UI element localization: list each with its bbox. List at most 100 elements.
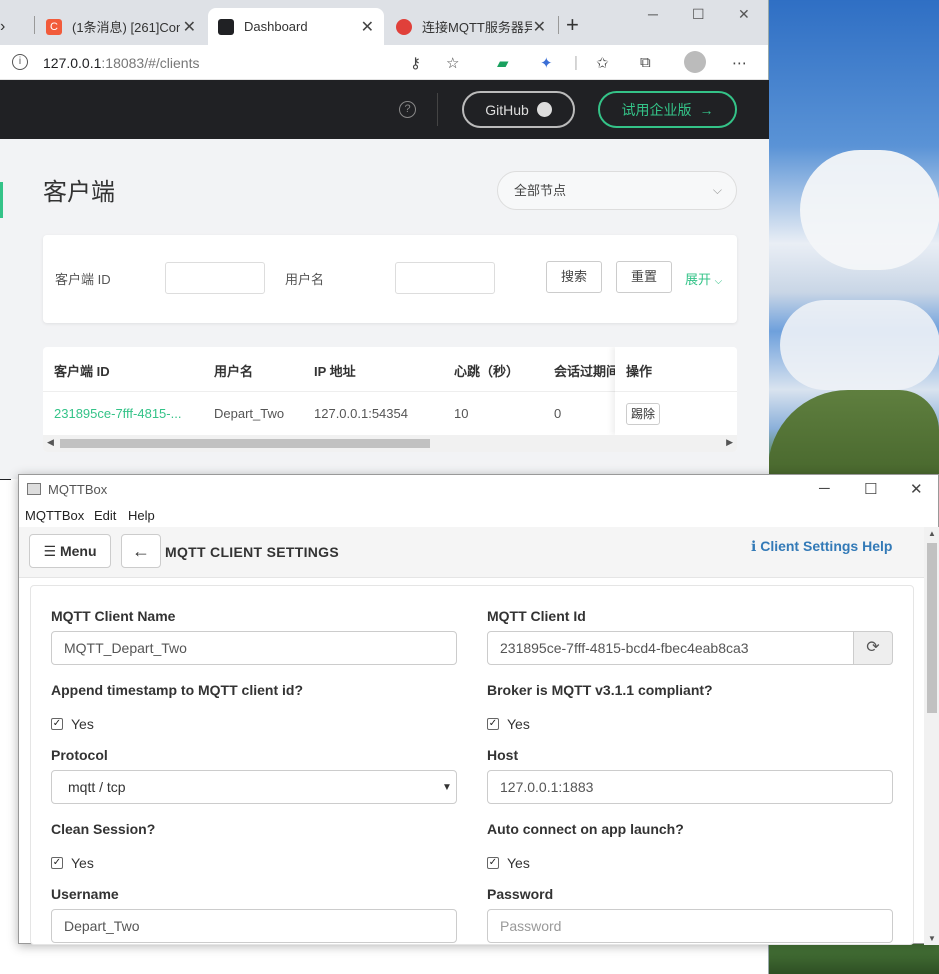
extension-bird-icon[interactable]: ✦ <box>540 54 553 72</box>
profile-avatar[interactable] <box>684 51 706 73</box>
app-icon <box>27 483 41 495</box>
reset-button[interactable]: 重置 <box>616 261 672 293</box>
client-name-input[interactable]: MQTT_Depart_Two <box>51 631 457 665</box>
new-tab-button[interactable]: + <box>566 12 579 38</box>
tab-label: 连接MQTT服务器异常 <box>422 20 532 35</box>
back-button[interactable]: ← <box>121 534 161 568</box>
menu-button[interactable]: ☰ Menu <box>29 534 111 568</box>
client-id-label: 客户端 ID <box>55 272 111 287</box>
favorite-add-icon[interactable]: ☆ <box>446 54 459 72</box>
scroll-thumb[interactable] <box>927 543 937 713</box>
info-icon[interactable]: i <box>12 54 28 70</box>
tab-bar: › C (1条消息) [261]Conn ✕ Dashboard ✕ 连接MQT… <box>0 0 768 45</box>
tab-dashboard[interactable]: Dashboard ✕ <box>208 8 384 45</box>
minimize-button[interactable]: ─ <box>819 480 830 497</box>
scroll-left-icon[interactable]: ◀ <box>47 437 54 448</box>
wallpaper-cloud <box>800 150 939 270</box>
auto-connect-checkbox[interactable]: ✓ Yes <box>487 855 530 871</box>
collections-icon[interactable]: ⧉ <box>640 54 651 71</box>
close-window-button[interactable]: ✕ <box>738 6 750 23</box>
client-id-input[interactable]: 231895ce-7fff-4815-bcd4-fbec4eab8ca3 <box>487 631 854 665</box>
page-heading: MQTT CLIENT SETTINGS <box>165 544 339 560</box>
tab-csdn[interactable]: C (1条消息) [261]Conn ✕ <box>36 8 206 45</box>
menu-mqttbox[interactable]: MQTTBox <box>25 508 84 523</box>
column-header: 操作 <box>626 364 653 379</box>
protocol-label: Protocol <box>51 747 108 763</box>
wallpaper-cloud <box>780 300 939 390</box>
favorites-icon[interactable]: ✩ <box>596 54 609 72</box>
scroll-down-icon[interactable]: ▼ <box>928 934 936 943</box>
checkbox-checked-icon: ✓ <box>487 718 499 730</box>
vertical-scrollbar[interactable]: ▲ ▼ <box>924 527 939 945</box>
client-settings-form: MQTT Client Name MQTT_Depart_Two MQTT Cl… <box>30 585 914 945</box>
password-label: Password <box>487 886 554 902</box>
column-header: 客户端 ID <box>54 364 110 379</box>
wallpaper-foliage <box>768 942 939 974</box>
window-title: MQTTBox <box>48 482 108 497</box>
checkbox-checked-icon: ✓ <box>51 857 63 869</box>
extension-flag-icon[interactable]: ▰ <box>497 54 509 72</box>
page-title: 客户端 <box>43 179 115 206</box>
active-nav-marker <box>0 182 3 218</box>
clean-session-checkbox[interactable]: ✓ Yes <box>51 855 94 871</box>
append-timestamp-checkbox[interactable]: ✓ Yes <box>51 716 94 732</box>
refresh-icon[interactable]: ⟳ <box>853 631 893 665</box>
weibo-icon <box>396 18 412 35</box>
help-icon[interactable]: ? <box>399 101 416 118</box>
tab-partial[interactable]: › <box>0 8 30 45</box>
client-settings-help-link[interactable]: ℹ Client Settings Help <box>751 538 892 555</box>
close-icon[interactable]: ✕ <box>533 17 546 37</box>
column-header: 会话过期间 <box>554 364 620 379</box>
close-icon[interactable]: ✕ <box>183 17 196 37</box>
node-select-value: 全部节点 <box>514 183 567 198</box>
search-button[interactable]: 搜索 <box>546 261 602 293</box>
scroll-up-icon[interactable]: ▲ <box>928 529 936 538</box>
maximize-button[interactable]: ☐ <box>692 6 705 23</box>
more-icon[interactable]: ⋯ <box>732 54 747 72</box>
address-bar[interactable]: i 127.0.0.1:18083/#/clients ⚷ ☆ ▰ ✦ | ✩ … <box>0 45 768 80</box>
cell-keepalive: 10 <box>454 406 469 421</box>
host-input[interactable]: 127.0.0.1:1883 <box>487 770 893 804</box>
enterprise-trial-button[interactable]: 试用企业版 → <box>598 91 737 128</box>
tab-mqtt-error[interactable]: 连接MQTT服务器异常 ✕ <box>386 8 556 45</box>
mqttbox-window: MQTTBox ─ ☐ ✕ MQTTBox Edit Help ☰ Menu ←… <box>18 474 939 945</box>
mqtt311-label: Broker is MQTT v3.1.1 compliant? <box>487 682 713 698</box>
mqttbox-titlebar: MQTTBox ─ ☐ ✕ <box>19 475 938 503</box>
url-text[interactable]: 127.0.0.1:18083/#/clients <box>43 55 199 71</box>
chevron-down-icon: ⌵ <box>712 183 722 197</box>
cell-expiry: 0 <box>554 406 562 421</box>
client-id-link[interactable]: 231895ce-7fff-4815-... <box>54 406 181 421</box>
kick-button[interactable]: 踢除 <box>626 403 660 425</box>
csdn-icon: C <box>46 18 62 35</box>
select-arrow-icon: ▼ <box>442 782 452 793</box>
menu-help[interactable]: Help <box>128 508 155 523</box>
clean-session-label: Clean Session? <box>51 821 156 837</box>
username-input[interactable]: Depart_Two <box>51 909 457 943</box>
settings-toolbar: ☰ Menu ← MQTT CLIENT SETTINGS ℹ Client S… <box>19 527 924 578</box>
expand-link[interactable]: 展开 ⌵ <box>685 269 722 288</box>
client-id-input[interactable] <box>165 262 265 294</box>
github-button[interactable]: GitHub <box>462 91 575 128</box>
close-window-button[interactable]: ✕ <box>910 480 923 498</box>
maximize-button[interactable]: ☐ <box>864 480 877 498</box>
trial-label: 试用企业版 <box>621 101 692 118</box>
clients-table: 客户端 ID 用户名 IP 地址 心跳（秒） 会话过期间 231895ce-7f… <box>43 347 737 452</box>
horizontal-scrollbar[interactable]: ◀ ▶ <box>43 435 737 452</box>
append-timestamp-label: Append timestamp to MQTT client id? <box>51 682 303 698</box>
protocol-select[interactable]: mqtt / tcp <box>51 770 457 804</box>
menu-edit[interactable]: Edit <box>94 508 116 523</box>
column-header: 用户名 <box>214 364 254 379</box>
close-icon[interactable]: ✕ <box>361 17 374 37</box>
node-select[interactable]: 全部节点 ⌵ <box>497 171 737 210</box>
scroll-right-icon[interactable]: ▶ <box>726 437 733 448</box>
mqtt311-checkbox[interactable]: ✓ Yes <box>487 716 530 732</box>
host-label: Host <box>487 747 519 763</box>
username-label: Username <box>51 886 119 902</box>
username-input[interactable] <box>395 262 495 294</box>
minimize-button[interactable]: ─ <box>648 6 658 22</box>
search-card: 客户端 ID 用户名 搜索 重置 展开 ⌵ <box>43 235 737 323</box>
key-icon[interactable]: ⚷ <box>410 54 421 72</box>
cell-username: Depart_Two <box>214 406 285 421</box>
scroll-thumb[interactable] <box>60 439 430 448</box>
password-input[interactable]: Password <box>487 909 893 943</box>
